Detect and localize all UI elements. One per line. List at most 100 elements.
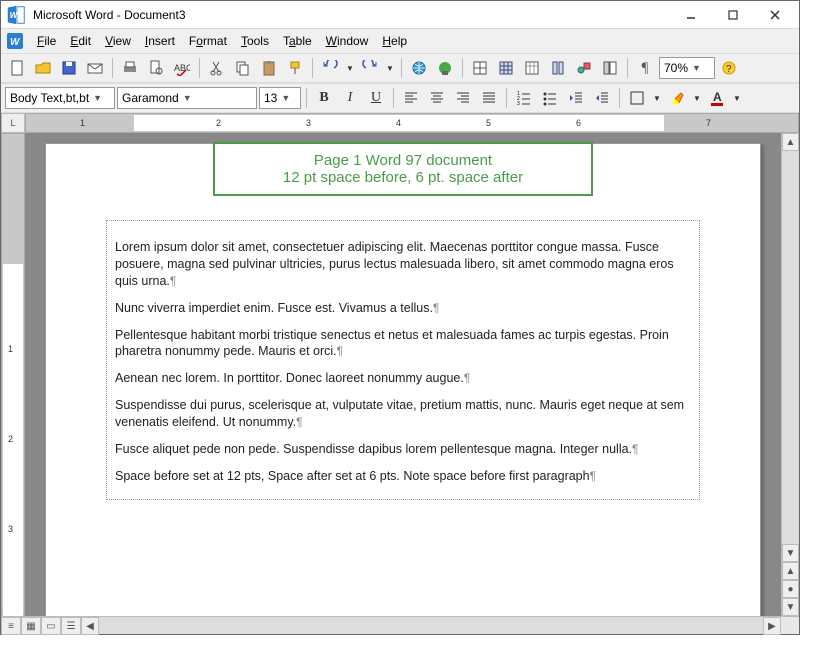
annotation-line2: 12 pt space before, 6 pt. space after xyxy=(239,169,567,186)
font-color-dropdown[interactable]: ▼ xyxy=(731,86,743,110)
excel-button[interactable] xyxy=(520,56,544,80)
menu-app-icon[interactable]: W xyxy=(5,31,25,51)
italic-button[interactable]: I xyxy=(338,86,362,110)
maximize-button[interactable] xyxy=(713,4,753,26)
scroll-up-button[interactable]: ▲ xyxy=(782,133,799,151)
next-page-button[interactable]: ▼ xyxy=(782,598,799,616)
font-combo[interactable]: Garamond▼ xyxy=(117,87,257,109)
print-layout-view-button[interactable]: ▭ xyxy=(41,617,61,635)
menu-window[interactable]: Window xyxy=(320,32,375,50)
open-button[interactable] xyxy=(31,56,55,80)
scroll-left-button[interactable]: ◀ xyxy=(81,617,99,635)
borders-dropdown[interactable]: ▼ xyxy=(651,86,663,110)
zoom-combo[interactable]: 70%▼ xyxy=(659,57,715,79)
style-combo[interactable]: Body Text,bt,bt ▼ xyxy=(5,87,115,109)
h-scroll-track[interactable] xyxy=(99,617,763,634)
insert-table-button[interactable] xyxy=(494,56,518,80)
style-value: Body Text,bt,bt xyxy=(10,91,89,105)
help-button[interactable]: ? xyxy=(717,56,741,80)
menu-help[interactable]: Help xyxy=(376,32,413,50)
menu-edit[interactable]: Edit xyxy=(64,32,97,50)
paragraph: Nunc viverra imperdiet enim. Fusce est. … xyxy=(115,301,433,315)
browse-object-button[interactable]: ● xyxy=(782,580,799,598)
align-right-button[interactable] xyxy=(451,86,475,110)
increase-indent-button[interactable] xyxy=(590,86,614,110)
pilcrow-icon: ¶ xyxy=(170,274,176,288)
paragraph: Suspendisse dui purus, scelerisque at, v… xyxy=(115,398,684,429)
highlight-dropdown[interactable]: ▼ xyxy=(691,86,703,110)
redo-button[interactable] xyxy=(358,56,382,80)
copy-button[interactable] xyxy=(231,56,255,80)
document-map-button[interactable] xyxy=(598,56,622,80)
vertical-scrollbar[interactable]: ▲ ▼ ▲ ● ▼ xyxy=(781,133,799,616)
annotation-box: Page 1 Word 97 document 12 pt space befo… xyxy=(213,142,593,196)
menu-tools[interactable]: Tools xyxy=(235,32,275,50)
numbered-list-button[interactable]: 123 xyxy=(512,86,536,110)
align-left-button[interactable] xyxy=(399,86,423,110)
web-toolbar-button[interactable] xyxy=(433,56,457,80)
document-area: 1 2 3 Page 1 Word 97 document 12 pt spac… xyxy=(1,133,799,616)
drawing-button[interactable] xyxy=(572,56,596,80)
app-icon: W xyxy=(5,4,27,26)
save-button[interactable] xyxy=(57,56,81,80)
redo-dropdown[interactable]: ▼ xyxy=(384,56,396,80)
menu-file[interactable]: File xyxy=(31,32,62,50)
menu-view[interactable]: View xyxy=(99,32,137,50)
new-button[interactable] xyxy=(5,56,29,80)
tables-button[interactable] xyxy=(468,56,492,80)
paragraph: Fusce aliquet pede non pede. Suspendisse… xyxy=(115,442,632,456)
menu-table[interactable]: Table xyxy=(277,32,318,50)
undo-button[interactable] xyxy=(318,56,342,80)
horizontal-ruler[interactable]: 1 2 3 4 5 6 7 xyxy=(25,113,799,133)
svg-text:W: W xyxy=(10,37,21,48)
undo-dropdown[interactable]: ▼ xyxy=(344,56,356,80)
titlebar: W Microsoft Word - Document3 xyxy=(1,1,799,29)
font-color-button[interactable]: A xyxy=(705,86,729,110)
highlight-button[interactable] xyxy=(665,86,689,110)
cut-button[interactable] xyxy=(205,56,229,80)
mail-button[interactable] xyxy=(83,56,107,80)
chevron-down-icon: ▼ xyxy=(93,93,102,103)
paragraph: Space before set at 12 pts, Space after … xyxy=(115,469,590,483)
align-center-button[interactable] xyxy=(425,86,449,110)
document-canvas[interactable]: Page 1 Word 97 document 12 pt space befo… xyxy=(25,133,781,616)
justify-button[interactable] xyxy=(477,86,501,110)
paste-button[interactable] xyxy=(257,56,281,80)
scroll-down-button[interactable]: ▼ xyxy=(782,544,799,562)
print-preview-button[interactable] xyxy=(144,56,168,80)
outline-view-button[interactable]: ☰ xyxy=(61,617,81,635)
print-button[interactable] xyxy=(118,56,142,80)
minimize-button[interactable] xyxy=(671,4,711,26)
pilcrow-icon: ¶ xyxy=(590,469,596,483)
show-formatting-button[interactable]: ¶ xyxy=(633,56,657,80)
vertical-ruler[interactable]: 1 2 3 xyxy=(1,133,25,616)
paragraph: Lorem ipsum dolor sit amet, consectetuer… xyxy=(115,240,674,288)
close-button[interactable] xyxy=(755,4,795,26)
web-view-button[interactable]: ▦ xyxy=(21,617,41,635)
bullet-list-button[interactable] xyxy=(538,86,562,110)
format-painter-button[interactable] xyxy=(283,56,307,80)
menu-format[interactable]: Format xyxy=(183,32,233,50)
borders-button[interactable] xyxy=(625,86,649,110)
svg-text:3: 3 xyxy=(517,101,520,106)
toolbar-formatting: Body Text,bt,bt ▼ Garamond▼ 13▼ B I U 123… xyxy=(1,83,799,113)
prev-page-button[interactable]: ▲ xyxy=(782,562,799,580)
menu-insert[interactable]: Insert xyxy=(139,32,181,50)
decrease-indent-button[interactable] xyxy=(564,86,588,110)
normal-view-button[interactable]: ≡ xyxy=(1,617,21,635)
ruler-corner: L xyxy=(1,113,25,133)
svg-text:W: W xyxy=(10,10,19,19)
columns-button[interactable] xyxy=(546,56,570,80)
scroll-right-button[interactable]: ▶ xyxy=(763,617,781,635)
svg-text:?: ? xyxy=(726,64,732,75)
bold-button[interactable]: B xyxy=(312,86,336,110)
pilcrow-icon: ¶ xyxy=(632,442,638,456)
font-size-combo[interactable]: 13▼ xyxy=(259,87,301,109)
annotation-line1: Page 1 Word 97 document xyxy=(239,152,567,169)
spellcheck-button[interactable]: ABC xyxy=(170,56,194,80)
underline-button[interactable]: U xyxy=(364,86,388,110)
page[interactable]: Page 1 Word 97 document 12 pt space befo… xyxy=(45,143,761,616)
text-area[interactable]: Lorem ipsum dolor sit amet, consectetuer… xyxy=(106,220,700,500)
pilcrow-icon: ¶ xyxy=(337,344,343,358)
hyperlink-button[interactable] xyxy=(407,56,431,80)
